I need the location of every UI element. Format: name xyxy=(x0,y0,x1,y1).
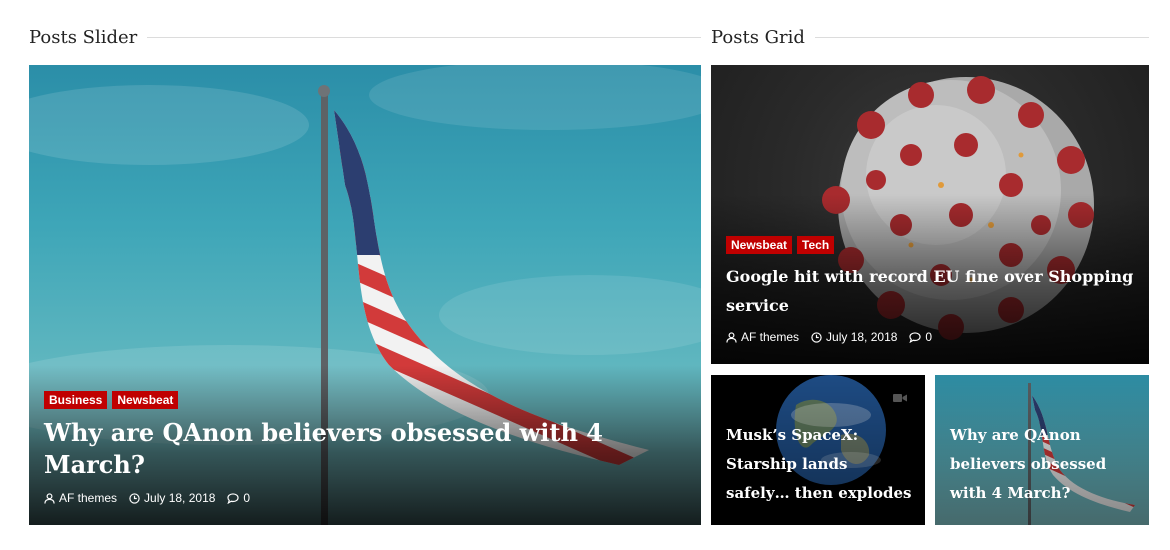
clock-icon xyxy=(811,331,822,343)
section-title-grid: Posts Grid xyxy=(711,26,805,48)
user-icon xyxy=(44,492,55,504)
post-title[interactable]: Why are QAnon believers obsessed with 4 … xyxy=(44,417,686,481)
comment-count: 0 xyxy=(925,330,933,344)
clock-icon xyxy=(129,492,140,504)
post-date: July 18, 2018 xyxy=(811,330,897,344)
post-meta: AF themes July 18, 2018 0 xyxy=(44,491,686,505)
video-camera-icon xyxy=(893,394,907,402)
post-author[interactable]: AF themes xyxy=(726,330,799,344)
post-author[interactable]: AF themes xyxy=(44,491,117,505)
category-badge-tech[interactable]: Tech xyxy=(797,236,835,254)
section-title-slider: Posts Slider xyxy=(29,26,138,48)
heading-divider xyxy=(147,36,701,38)
category-badge-newsbeat[interactable]: Newsbeat xyxy=(112,391,179,409)
post-meta: AF themes July 18, 2018 0 xyxy=(726,330,1134,344)
grid-small-content: Why are QAnon believers obsessed with 4 … xyxy=(950,421,1137,508)
category-badge-business[interactable]: Business xyxy=(44,391,108,409)
grid-main-content: Newsbeat Tech Google hit with record EU … xyxy=(726,236,1134,344)
author-name: AF themes xyxy=(59,491,118,505)
category-badge-newsbeat[interactable]: Newsbeat xyxy=(726,236,793,254)
posts-slider-heading: Posts Slider xyxy=(29,24,701,50)
post-title[interactable]: Why are QAnon believers obsessed with 4 … xyxy=(950,421,1137,508)
date-text: July 18, 2018 xyxy=(826,330,898,344)
date-text: July 18, 2018 xyxy=(144,491,216,505)
user-icon xyxy=(726,331,737,343)
category-list: Newsbeat Tech xyxy=(726,236,1134,254)
slider-post-card[interactable]: Business Newsbeat Why are QAnon believer… xyxy=(29,65,701,525)
grid-post-card-small[interactable]: Musk’s SpaceX: Starship lands safely… th… xyxy=(711,375,925,525)
post-title[interactable]: Google hit with record EU fine over Shop… xyxy=(726,262,1134,320)
category-list: Business Newsbeat xyxy=(44,391,686,409)
grid-post-card-small[interactable]: Why are QAnon believers obsessed with 4 … xyxy=(935,375,1149,525)
author-name: AF themes xyxy=(741,330,800,344)
comment-icon xyxy=(909,331,922,343)
slider-post-content: Business Newsbeat Why are QAnon believer… xyxy=(44,391,686,505)
post-comments[interactable]: 0 xyxy=(909,330,932,344)
post-date: July 18, 2018 xyxy=(129,491,215,505)
post-title[interactable]: Musk’s SpaceX: Starship lands safely… th… xyxy=(726,421,913,508)
grid-small-content: Musk’s SpaceX: Starship lands safely… th… xyxy=(726,421,913,508)
comment-icon xyxy=(227,492,240,504)
heading-divider xyxy=(814,36,1149,38)
comment-count: 0 xyxy=(243,491,251,505)
posts-grid-heading: Posts Grid xyxy=(711,24,1149,50)
post-comments[interactable]: 0 xyxy=(227,491,250,505)
grid-post-card-main[interactable]: Newsbeat Tech Google hit with record EU … xyxy=(711,65,1149,364)
